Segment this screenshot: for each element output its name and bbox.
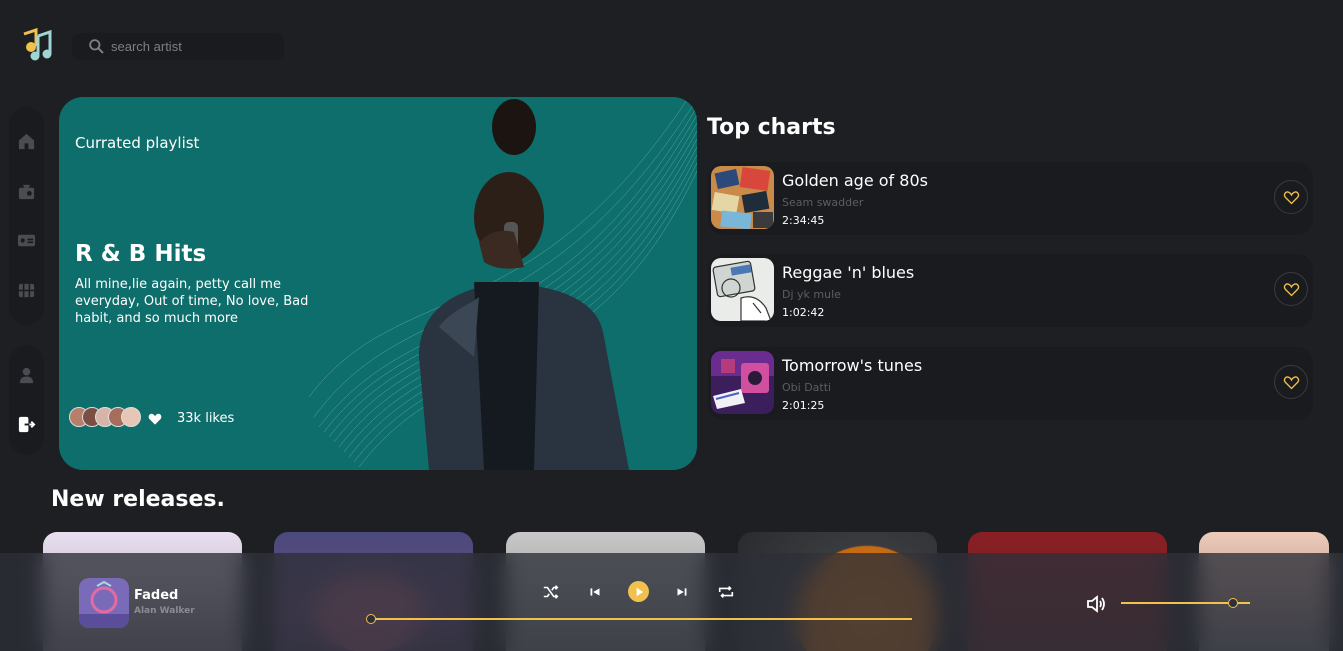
progress-handle[interactable] xyxy=(366,614,376,624)
chart-title: Reggae 'n' blues xyxy=(782,263,915,282)
chart-title: Golden age of 80s xyxy=(782,171,928,190)
repeat-button[interactable] xyxy=(715,581,737,603)
chart-artist: Obi Datti xyxy=(782,381,832,394)
listener-avatars xyxy=(69,407,141,427)
now-playing-artist: Alan Walker xyxy=(134,606,195,616)
volume-handle[interactable] xyxy=(1228,598,1238,608)
artist-photo xyxy=(308,97,697,470)
radio-icon[interactable] xyxy=(17,181,37,201)
now-playing-title: Faded xyxy=(134,588,179,603)
search-input[interactable] xyxy=(111,39,281,54)
favorite-button[interactable] xyxy=(1274,365,1308,399)
skip-next-icon xyxy=(677,588,687,596)
favorite-button[interactable] xyxy=(1274,180,1308,214)
logout-icon[interactable] xyxy=(17,415,37,435)
chart-duration: 2:34:45 xyxy=(782,214,825,227)
chart-duration: 1:02:42 xyxy=(782,306,825,319)
sidebar-nav xyxy=(9,107,44,325)
chart-item[interactable]: Reggae 'n' blues Dj yk mule 1:02:42 xyxy=(708,254,1313,327)
chart-thumbnail xyxy=(711,351,774,414)
repeat-icon xyxy=(718,586,734,598)
chart-item[interactable]: Tomorrow's tunes Obi Datti 2:01:25 xyxy=(708,347,1313,420)
next-button[interactable] xyxy=(671,581,693,603)
playlist-description: All mine,lie again, petty call me everyd… xyxy=(75,277,309,326)
profile-icon[interactable] xyxy=(17,366,37,386)
chart-thumbnail xyxy=(711,166,774,229)
chart-thumbnail xyxy=(711,258,774,321)
music-logo-icon xyxy=(18,26,54,62)
chart-title: Tomorrow's tunes xyxy=(782,356,923,375)
avatar xyxy=(121,407,141,427)
sidebar-account xyxy=(9,345,44,455)
likes-count: 33k likes xyxy=(177,411,235,426)
progress-bar[interactable] xyxy=(371,618,912,620)
new-releases-heading: New releases. xyxy=(51,487,225,512)
playlist-title: R & B Hits xyxy=(75,241,207,267)
chart-item[interactable]: Golden age of 80s Seam swadder 2:34:45 xyxy=(708,162,1313,235)
chart-duration: 2:01:25 xyxy=(782,399,825,412)
featured-playlist-card[interactable]: Currated playlist R & B Hits All mine,li… xyxy=(59,97,697,470)
play-icon xyxy=(636,587,643,596)
heart-icon[interactable] xyxy=(148,412,162,426)
heart-outline-icon xyxy=(1283,190,1299,204)
search-icon xyxy=(89,39,104,54)
grid-icon[interactable] xyxy=(17,280,37,300)
home-icon[interactable] xyxy=(17,132,37,152)
previous-button[interactable] xyxy=(584,581,606,603)
playlist-label: Currated playlist xyxy=(75,134,200,152)
play-button[interactable] xyxy=(628,581,649,602)
heart-outline-icon xyxy=(1283,375,1299,389)
skip-previous-icon xyxy=(590,588,600,596)
search-bar[interactable] xyxy=(72,33,284,60)
player-bar: Faded Alan Walker xyxy=(0,553,1343,651)
chart-artist: Seam swadder xyxy=(782,196,864,209)
favorite-button[interactable] xyxy=(1274,272,1308,306)
video-icon[interactable] xyxy=(17,231,37,251)
volume-icon[interactable] xyxy=(1085,593,1107,615)
top-charts-heading: Top charts xyxy=(707,115,836,140)
shuffle-button[interactable] xyxy=(540,581,562,603)
heart-outline-icon xyxy=(1283,282,1299,296)
chart-artist: Dj yk mule xyxy=(782,288,841,301)
now-playing-cover[interactable] xyxy=(79,578,129,628)
shuffle-icon xyxy=(543,585,559,599)
